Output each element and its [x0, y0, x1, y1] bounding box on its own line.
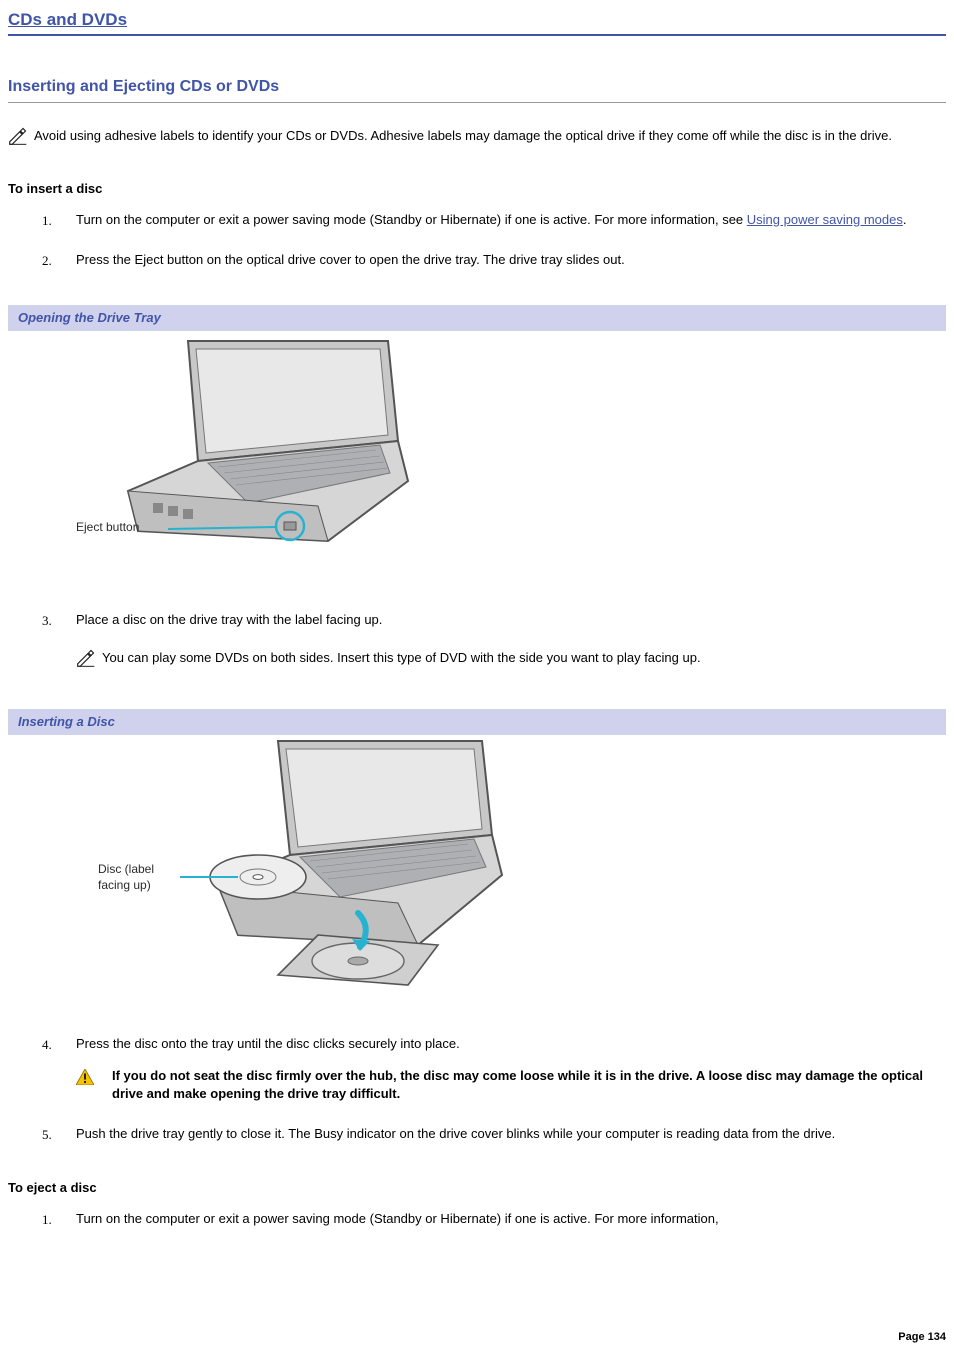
note-dvd-both-sides: You can play some DVDs on both sides. In…: [76, 649, 946, 672]
handwriting-note-icon: [76, 649, 96, 672]
insert-step-5: Push the drive tray gently to close it. …: [56, 1125, 946, 1143]
figure-2-title: Inserting a Disc: [8, 709, 946, 735]
note-text: You can play some DVDs on both sides. In…: [102, 649, 701, 667]
figure-2-callout-line1: Disc (label: [98, 862, 154, 876]
insert-step-2: Press the Eject button on the optical dr…: [56, 251, 946, 269]
section-title: Inserting and Ejecting CDs or DVDs: [8, 76, 946, 103]
figure-2-callout-line2: facing up): [98, 878, 151, 892]
handwriting-note-icon: [8, 127, 28, 150]
link-power-saving-modes[interactable]: Using power saving modes: [747, 212, 903, 227]
eject-heading: To eject a disc: [8, 1179, 946, 1197]
figure-inserting-disc: Disc (label facing up): [68, 735, 946, 995]
step-text-tail: .: [903, 212, 907, 227]
insert-step-4: Press the disc onto the tray until the d…: [56, 1035, 946, 1104]
note-text: Avoid using adhesive labels to identify …: [34, 127, 892, 145]
insert-step-3: Place a disc on the drive tray with the …: [56, 611, 946, 672]
step-text: Place a disc on the drive tray with the …: [76, 612, 382, 627]
step-text: Push the drive tray gently to close it. …: [76, 1126, 835, 1141]
step-text: Turn on the computer or exit a power sav…: [76, 1211, 719, 1226]
insert-steps-list-part3: Press the disc onto the tray until the d…: [8, 1035, 946, 1144]
insert-steps-list-part1: Turn on the computer or exit a power sav…: [8, 211, 946, 269]
warning-seat-disc: If you do not seat the disc firmly over …: [76, 1067, 946, 1103]
insert-steps-list-part2: Place a disc on the drive tray with the …: [8, 611, 946, 672]
note-adhesive-labels: Avoid using adhesive labels to identify …: [8, 127, 946, 150]
warning-text: If you do not seat the disc firmly over …: [112, 1067, 946, 1103]
step-text: Turn on the computer or exit a power sav…: [76, 212, 747, 227]
warning-icon: [76, 1069, 94, 1090]
page-title: CDs and DVDs: [8, 8, 946, 36]
insert-step-1: Turn on the computer or exit a power sav…: [56, 211, 946, 229]
page-number: Page 134: [898, 1330, 946, 1345]
eject-steps-list: Turn on the computer or exit a power sav…: [8, 1210, 946, 1228]
step-text: Press the disc onto the tray until the d…: [76, 1036, 460, 1051]
figure-opening-drive-tray: Eject button: [68, 331, 946, 571]
insert-heading: To insert a disc: [8, 180, 946, 198]
figure-1-title: Opening the Drive Tray: [8, 305, 946, 331]
figure-1-callout: Eject button: [76, 520, 139, 534]
eject-step-1: Turn on the computer or exit a power sav…: [56, 1210, 946, 1228]
step-text: Press the Eject button on the optical dr…: [76, 252, 625, 267]
